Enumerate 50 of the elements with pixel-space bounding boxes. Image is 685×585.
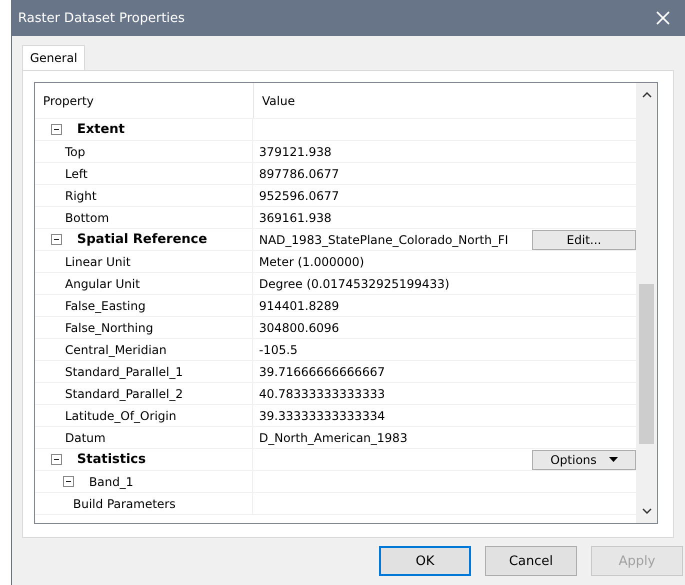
property-name: Spatial Reference (77, 232, 208, 247)
scrollbar[interactable] (636, 83, 657, 523)
property-name: Angular Unit (65, 276, 140, 290)
property-value: 40.78333333333333 (259, 386, 385, 400)
property-value: 914401.8289 (259, 298, 340, 312)
property-name: False_Easting (65, 298, 146, 312)
property-value: 897786.0677 (259, 166, 340, 180)
tab[interactable]: General (22, 45, 86, 70)
collapse-icon[interactable] (50, 234, 62, 245)
window-title: Raster Dataset Properties (18, 10, 185, 26)
property-name: Right (65, 188, 97, 202)
collapse-icon[interactable] (50, 454, 62, 465)
property-name: Band_1 (89, 474, 134, 488)
edit-button[interactable]: Edit... (532, 230, 636, 250)
property-name: Bottom (65, 210, 110, 224)
property-name: Standard_Parallel_1 (65, 364, 183, 378)
dialog-button[interactable]: Cancel (485, 546, 577, 576)
property-name: Linear Unit (65, 254, 131, 268)
close-icon[interactable] (655, 10, 671, 26)
scrollbar-thumb[interactable] (639, 284, 654, 444)
property-name: Extent (77, 122, 125, 137)
collapse-icon[interactable] (50, 124, 62, 135)
dialog-button[interactable]: OK (379, 546, 471, 576)
property-value: 304800.6096 (259, 320, 340, 334)
property-name: Left (65, 166, 88, 180)
property-value: Meter (1.000000) (259, 254, 364, 268)
property-value: 369161.938 (259, 210, 332, 224)
property-name: Statistics (77, 452, 146, 467)
property-value: Degree (0.0174532925199433) (259, 276, 450, 290)
scroll-down-icon[interactable] (642, 508, 652, 515)
property-name: Build Parameters (73, 496, 176, 510)
property-value: -105.5 (259, 342, 298, 356)
property-value: 39.71666666666667 (259, 364, 385, 378)
caret-icon (608, 457, 618, 462)
property-value: 952596.0677 (259, 188, 340, 202)
property-name: Datum (65, 430, 106, 444)
property-name: False_Northing (65, 320, 154, 334)
scroll-up-icon[interactable] (642, 91, 652, 98)
property-value: 379121.938 (259, 144, 332, 158)
property-name: Top (65, 144, 86, 158)
property-name: Central_Meridian (65, 342, 167, 356)
column-header[interactable]: Value (254, 83, 295, 118)
column-header[interactable]: Property (35, 83, 254, 118)
property-value: D_North_American_1983 (259, 430, 408, 444)
property-name: Standard_Parallel_2 (65, 386, 183, 400)
collapse-icon[interactable] (62, 476, 74, 487)
property-value: 39.33333333333334 (259, 408, 385, 422)
dropdown-button[interactable]: Options (532, 450, 636, 470)
property-name: Latitude_Of_Origin (65, 408, 176, 422)
property-value: NAD_1983_StatePlane_Colorado_North_FI (259, 232, 508, 246)
